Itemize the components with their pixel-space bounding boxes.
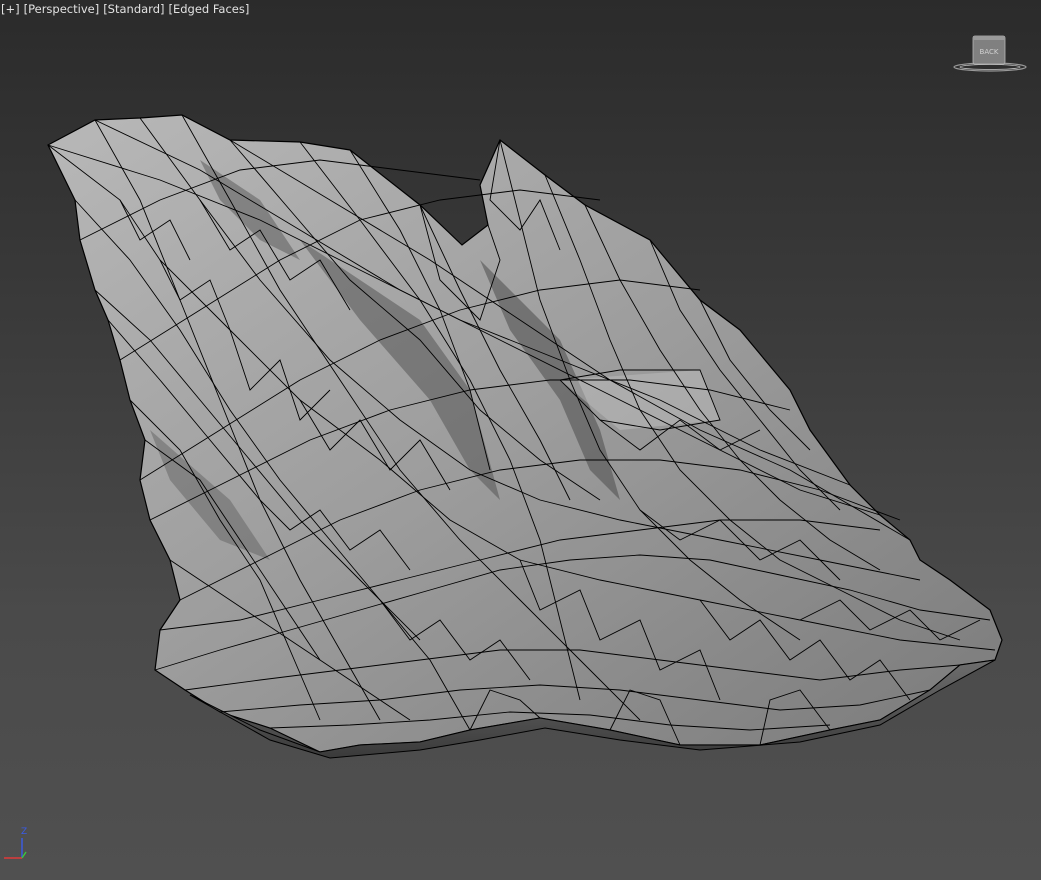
rock-silhouette — [47, 114, 1003, 753]
z-axis-label: Z — [21, 827, 27, 837]
rock-mesh-object[interactable] — [0, 0, 1041, 880]
viewcube-face-label: BACK — [980, 48, 999, 56]
viewcube-icon[interactable]: BACK — [952, 34, 1032, 76]
axis-tripod-icon: Z — [4, 827, 27, 859]
viewcube-top-edge — [973, 36, 1005, 40]
perspective-viewport[interactable]: [+] [Perspective] [Standard] [Edged Face… — [0, 0, 1041, 880]
viewcube-compass-inner — [959, 64, 1021, 70]
